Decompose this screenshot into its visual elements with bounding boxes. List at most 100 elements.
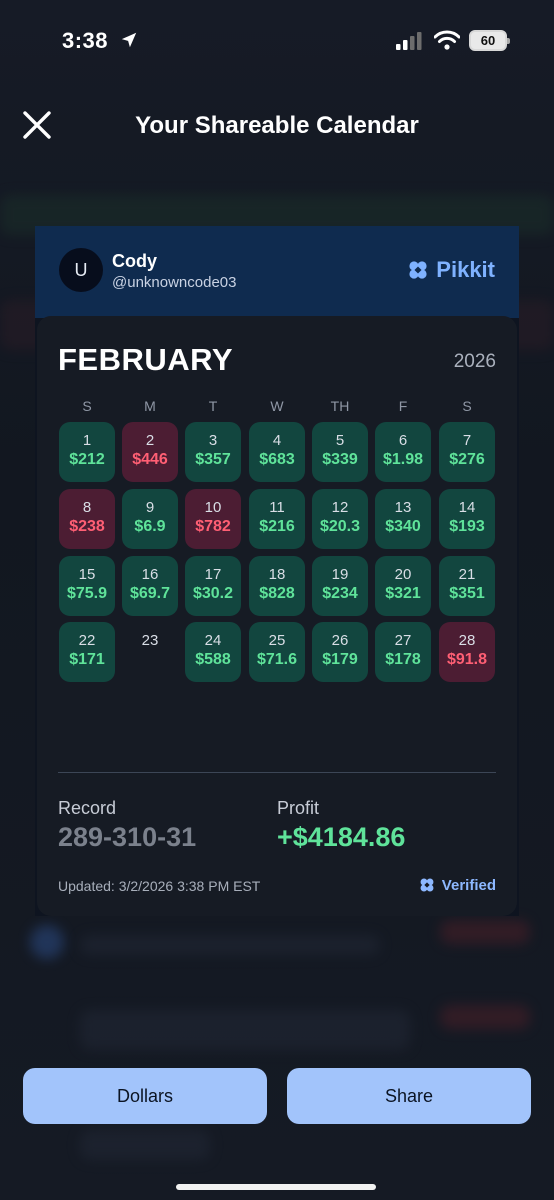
calendar-day: 5 $339 [312,422,368,482]
battery-icon: 60 [469,30,510,51]
shareable-calendar-card: U Cody @unknowncode03 Pikkit FEBRUARY 20… [35,226,519,916]
calendar-day: 15 $75.9 [59,556,115,616]
day-amount: $782 [195,518,231,535]
calendar-day: 4 $683 [249,422,305,482]
profit-value: +$4184.86 [277,822,406,852]
day-amount: $238 [69,518,105,535]
day-amount: $340 [385,518,421,535]
day-amount: $212 [69,451,105,468]
calendar-day: 25 $71.6 [249,622,305,682]
day-number: 15 [78,566,96,583]
dollars-button[interactable]: Dollars [23,1068,267,1124]
day-number: 17 [204,566,222,583]
day-number: 26 [331,632,349,649]
calendar-day: 1 $212 [59,422,115,482]
calendar-day: 20 $321 [375,556,431,616]
day-number: 18 [268,566,286,583]
blurred-row [80,935,380,955]
day-number: 23 [141,632,159,649]
day-amount: $446 [132,451,168,468]
day-number: 7 [462,432,472,449]
day-amount: $234 [322,585,358,602]
divider [58,772,496,773]
calendar-day: 2 $446 [122,422,178,482]
day-amount: $357 [195,451,231,468]
calendar-day: 18 $828 [249,556,305,616]
calendar-day: 6 $1.98 [375,422,431,482]
weekday-label: W [270,398,284,414]
avatar: U [59,248,103,292]
blurred-row [80,1130,210,1160]
day-number: 20 [394,566,412,583]
calendar-day: 9 $6.9 [122,489,178,549]
day-number: 11 [269,499,285,516]
calendar-day: 23 [122,622,178,682]
blurred-row [440,920,530,944]
day-amount: $1.98 [382,451,424,468]
page-title: Your Shareable Calendar [135,112,419,139]
blurred-icon [30,925,64,959]
calendar-day: 21 $351 [439,556,495,616]
day-number: 27 [394,632,412,649]
record-label: Record [58,798,117,818]
day-number: 2 [145,432,155,449]
calendar-day: 22 $171 [59,622,115,682]
day-number: 5 [335,432,345,449]
day-amount: $171 [69,651,105,668]
day-number: 21 [458,566,476,583]
user-name: Cody [112,251,157,271]
day-number: 10 [204,499,222,516]
calendar-day: 3 $357 [185,422,241,482]
calendar-day: 7 $276 [439,422,495,482]
day-amount: $683 [259,451,295,468]
weekday-label: S [82,398,92,414]
day-number: 4 [272,432,282,449]
day-amount: $20.3 [319,518,361,535]
day-number: 3 [208,432,218,449]
day-amount: $6.9 [134,518,166,535]
profile-header: U Cody @unknowncode03 Pikkit [35,226,519,318]
day-amount: $321 [385,585,421,602]
share-button[interactable]: Share [287,1068,531,1124]
clover-icon [409,261,427,279]
weekday-label: TH [330,398,350,414]
day-amount: $828 [259,585,295,602]
day-number: 8 [82,499,92,516]
calendar-year: 2026 [453,351,496,372]
calendar-day: 11 $216 [249,489,305,549]
day-amount: $179 [322,651,358,668]
calendar-day: 13 $340 [375,489,431,549]
profit-label: Profit [277,798,320,818]
blurred-row [80,1010,410,1050]
calendar-day: 19 $234 [312,556,368,616]
day-number: 9 [145,499,155,516]
day-number: 22 [78,632,96,649]
day-amount: $588 [195,651,231,668]
day-number: 12 [331,499,349,516]
day-amount: $178 [385,651,421,668]
calendar-month: FEBRUARY [58,342,234,377]
weekday-label: S [462,398,472,414]
day-number: 25 [268,632,286,649]
day-number: 14 [458,499,476,516]
blurred-row [440,1005,530,1029]
calendar-day: 27 $178 [375,622,431,682]
home-indicator[interactable] [176,1184,376,1190]
clover-icon [420,878,434,892]
calendar-day: 28 $91.8 [439,622,495,682]
day-amount: $75.9 [66,585,108,602]
record-value: 289-310-31 [58,822,197,852]
day-number: 28 [458,632,476,649]
day-number: 24 [204,632,222,649]
day-amount: $276 [449,451,485,468]
calendar-day: 26 $179 [312,622,368,682]
calendar-day: 14 $193 [439,489,495,549]
day-number: 13 [394,499,412,516]
day-amount: $351 [449,585,485,602]
brand-name: Pikkit [436,257,495,282]
day-amount: $91.8 [446,651,488,668]
day-number: 16 [141,566,159,583]
day-amount: $193 [449,518,485,535]
day-amount: $216 [259,518,295,535]
day-number: 19 [331,566,349,583]
